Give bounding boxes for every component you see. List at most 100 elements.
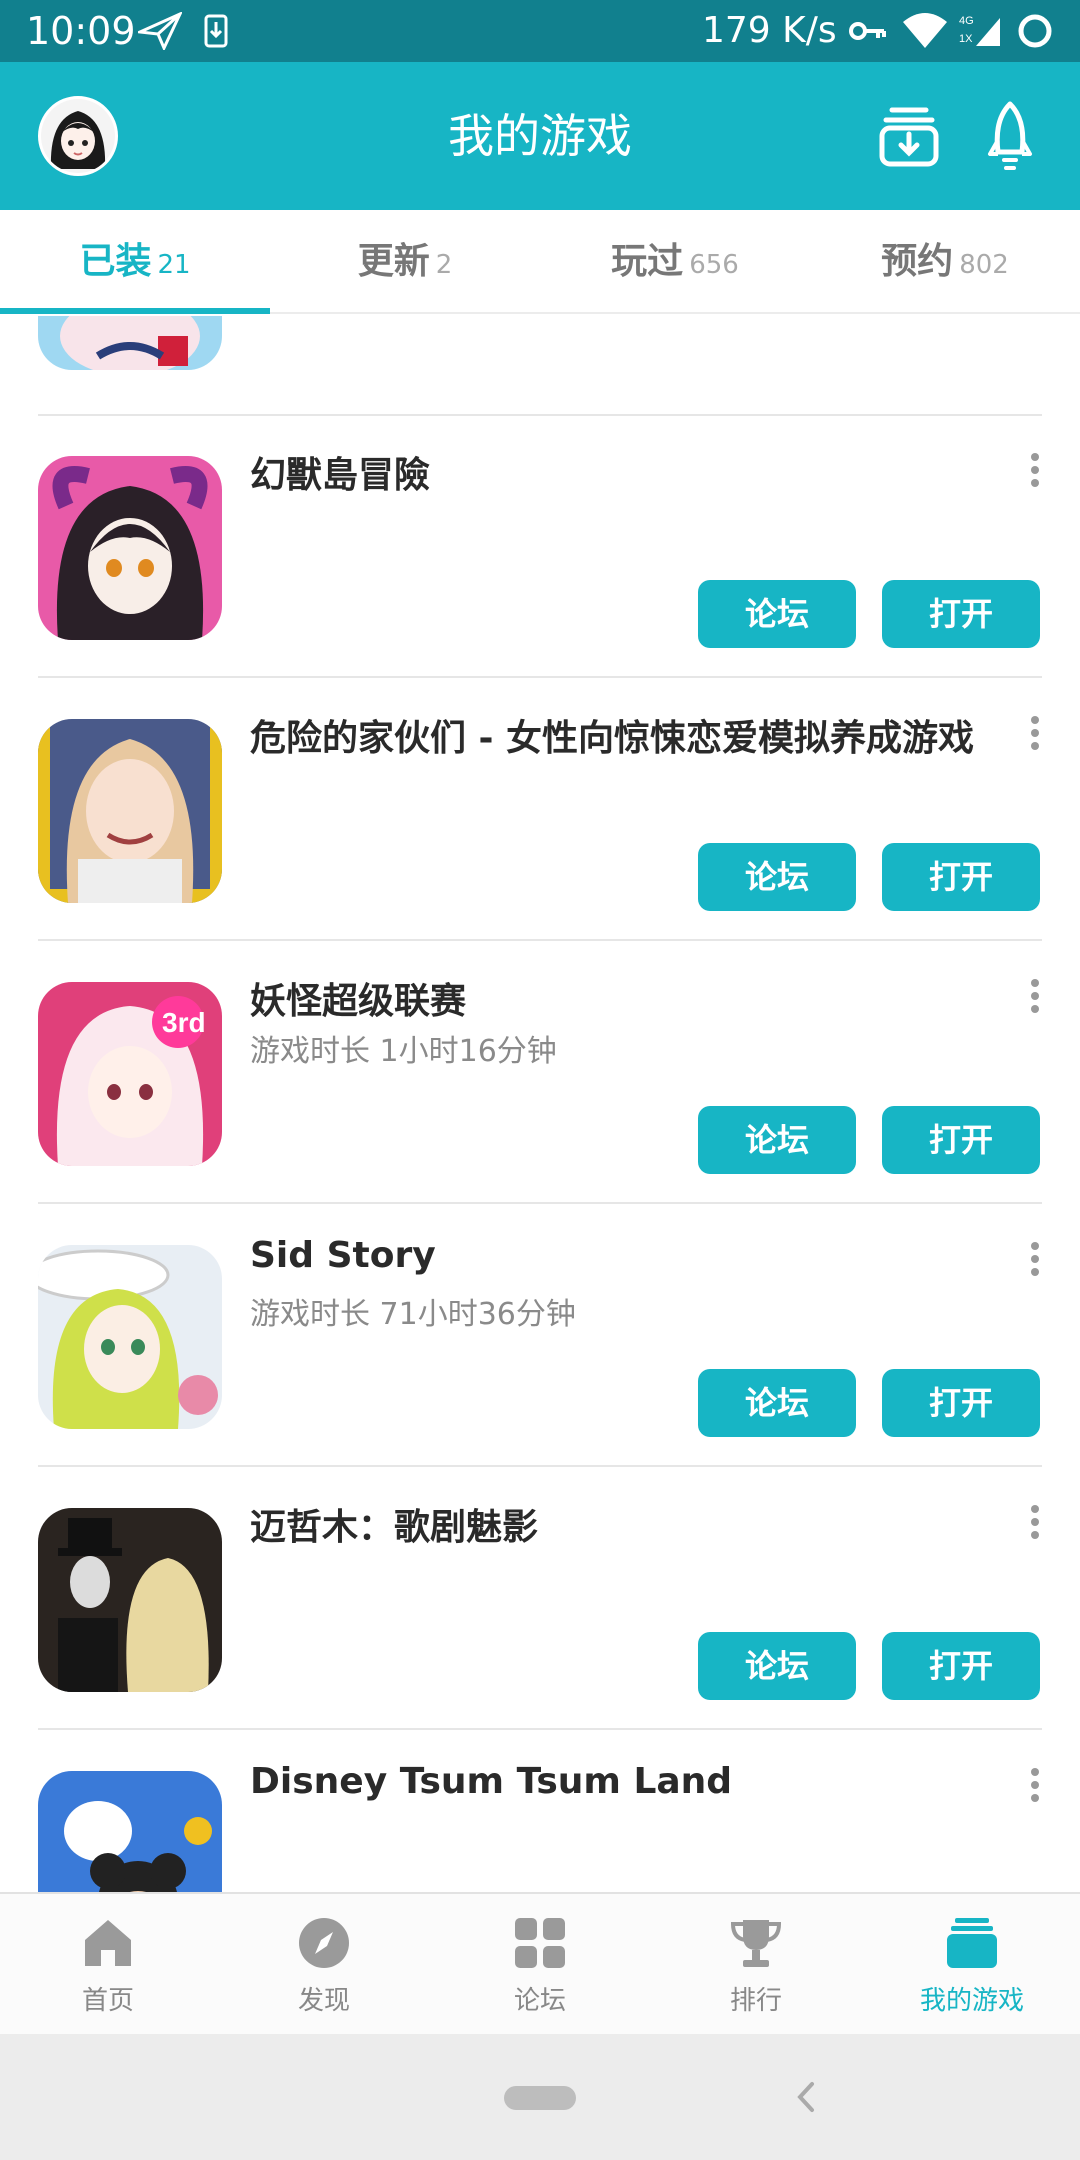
tab-label: 已装 bbox=[79, 241, 152, 282]
game-row[interactable]: 危险的家伙们 - 女性向惊悚恋爱模拟养成游戏 论坛 打开 bbox=[0, 679, 1080, 941]
row-divider bbox=[38, 1465, 1042, 1467]
game-art bbox=[38, 456, 222, 640]
nav-item-my-games[interactable]: 我的游戏 bbox=[864, 1894, 1080, 2036]
tab-count: 21 bbox=[157, 250, 191, 280]
network-badge-top: 4G bbox=[959, 15, 974, 27]
open-button[interactable]: 打开 bbox=[882, 1369, 1040, 1437]
trophy-icon bbox=[730, 1920, 782, 1967]
tab-count: 656 bbox=[689, 250, 739, 280]
nav-label: 我的游戏 bbox=[919, 1986, 1024, 2016]
row-divider bbox=[38, 939, 1042, 941]
tab-label: 更新 bbox=[357, 241, 430, 282]
network-badge-bottom: 1X bbox=[959, 33, 973, 45]
row-divider bbox=[38, 676, 1042, 678]
game-art bbox=[38, 1245, 222, 1429]
forum-button[interactable]: 论坛 bbox=[698, 580, 856, 648]
rocket-icon[interactable] bbox=[986, 100, 1034, 172]
more-options-icon[interactable] bbox=[1024, 711, 1046, 761]
svg-text:3rd: 3rd bbox=[162, 1007, 206, 1038]
more-options-icon[interactable] bbox=[1024, 974, 1046, 1024]
game-title: Sid Story bbox=[250, 1235, 436, 1276]
more-options-icon[interactable] bbox=[1024, 448, 1046, 498]
game-title: 幻獸島冒險 bbox=[250, 455, 431, 496]
nav-item-ranking[interactable]: 排行 bbox=[648, 1894, 864, 2036]
game-art bbox=[38, 316, 222, 370]
bottom-nav: 首页 发现 论坛 排行 我的游戏 bbox=[0, 1892, 1080, 2034]
forum-button[interactable]: 论坛 bbox=[698, 1369, 856, 1437]
game-art: 3rd bbox=[38, 982, 222, 1166]
nav-label: 论坛 bbox=[513, 1986, 566, 2016]
home-icon bbox=[85, 1920, 131, 1966]
nav-label: 发现 bbox=[297, 1986, 350, 2016]
compass-icon bbox=[299, 1918, 349, 1968]
tab-played[interactable]: 玩过 656 bbox=[540, 210, 810, 314]
more-options-icon[interactable] bbox=[1024, 1763, 1046, 1813]
back-icon[interactable] bbox=[790, 2074, 820, 2120]
open-button[interactable]: 打开 bbox=[882, 1632, 1040, 1700]
game-title: Disney Tsum Tsum Land bbox=[250, 1761, 733, 1802]
game-icon[interactable]: 3rd bbox=[38, 982, 222, 1166]
play-time: 游戏时长 71小时36分钟 bbox=[250, 1297, 576, 1332]
sync-icon bbox=[1018, 14, 1052, 48]
row-divider bbox=[38, 1202, 1042, 1204]
net-speed: 179 K/s bbox=[702, 10, 837, 51]
forum-button[interactable]: 论坛 bbox=[698, 1632, 856, 1700]
grid-icon bbox=[515, 1918, 565, 1968]
tab-bar: 已装 21 更新 2 玩过 656 预约 802 bbox=[0, 210, 1080, 314]
game-icon[interactable] bbox=[38, 316, 222, 370]
nav-label: 排行 bbox=[729, 1986, 782, 2016]
status-bar: 10:09 179 K/s 4G 1X bbox=[0, 0, 1080, 62]
game-row[interactable]: 论坛 打开 bbox=[0, 316, 1080, 416]
game-row[interactable]: Sid Story 游戏时长 71小时36分钟 论坛 打开 bbox=[0, 1205, 1080, 1467]
open-button[interactable]: 打开 bbox=[882, 580, 1040, 648]
more-options-icon[interactable] bbox=[1024, 1237, 1046, 1287]
game-row[interactable]: 迈哲木：歌剧魅影 论坛 打开 bbox=[0, 1468, 1080, 1730]
game-icon[interactable] bbox=[38, 1245, 222, 1429]
tab-indicator bbox=[0, 308, 270, 314]
game-list[interactable]: 论坛 打开 幻獸島冒險 论坛 打开 bbox=[0, 316, 1080, 1892]
game-icon[interactable] bbox=[38, 456, 222, 640]
avatar-image bbox=[41, 99, 115, 173]
nav-item-forum[interactable]: 论坛 bbox=[432, 1894, 648, 2036]
signal-icon: 4G 1X bbox=[959, 15, 1000, 46]
system-nav-bar bbox=[0, 2034, 1080, 2160]
game-title: 妖怪超级联赛 bbox=[250, 981, 467, 1022]
app-bar: 我的游戏 bbox=[0, 62, 1080, 210]
tab-label: 预约 bbox=[881, 241, 954, 282]
play-time: 游戏时长 1小时16分钟 bbox=[250, 1034, 557, 1069]
tab-count: 802 bbox=[959, 250, 1009, 280]
screen: 10:09 179 K/s 4G 1X 我的游戏 已装 21 更新 2 玩过 6… bbox=[0, 0, 1080, 2160]
game-art bbox=[38, 1508, 222, 1692]
forum-button[interactable]: 论坛 bbox=[698, 1106, 856, 1174]
more-options-icon[interactable] bbox=[1024, 1500, 1046, 1550]
game-icon[interactable] bbox=[38, 1508, 222, 1692]
avatar[interactable] bbox=[38, 96, 118, 176]
stack-icon bbox=[947, 1918, 997, 1968]
tab-label: 玩过 bbox=[611, 241, 684, 282]
nav-item-home[interactable]: 首页 bbox=[0, 1894, 216, 2036]
game-icon[interactable] bbox=[38, 1771, 222, 1892]
game-icon[interactable] bbox=[38, 719, 222, 903]
open-button[interactable]: 打开 bbox=[882, 1106, 1040, 1174]
tab-installed[interactable]: 已装 21 bbox=[0, 210, 270, 314]
game-row[interactable]: 幻獸島冒險 论坛 打开 bbox=[0, 416, 1080, 678]
tab-count: 2 bbox=[435, 250, 453, 280]
nav-item-discover[interactable]: 发现 bbox=[216, 1894, 432, 2036]
open-button[interactable]: 打开 bbox=[882, 843, 1040, 911]
game-row[interactable]: 3rd 妖怪超级联赛 游戏时长 1小时16分钟 论坛 打开 bbox=[0, 942, 1080, 1204]
tab-updates[interactable]: 更新 2 bbox=[270, 210, 540, 314]
download-status-icon bbox=[204, 14, 228, 48]
game-art bbox=[38, 719, 222, 903]
nav-label: 首页 bbox=[81, 1986, 134, 2016]
status-time: 10:09 bbox=[26, 9, 136, 53]
game-art bbox=[38, 1771, 222, 1892]
vpn-key-icon bbox=[849, 22, 886, 40]
game-row[interactable]: Disney Tsum Tsum Land bbox=[0, 1731, 1080, 1892]
home-pill[interactable] bbox=[504, 2086, 576, 2110]
wifi-icon bbox=[903, 13, 947, 48]
download-manager-icon[interactable] bbox=[878, 102, 940, 168]
forum-button[interactable]: 论坛 bbox=[698, 843, 856, 911]
tab-reserved[interactable]: 预约 802 bbox=[810, 210, 1080, 314]
game-title: 迈哲木：歌剧魅影 bbox=[250, 1507, 539, 1548]
send-icon bbox=[138, 12, 182, 50]
